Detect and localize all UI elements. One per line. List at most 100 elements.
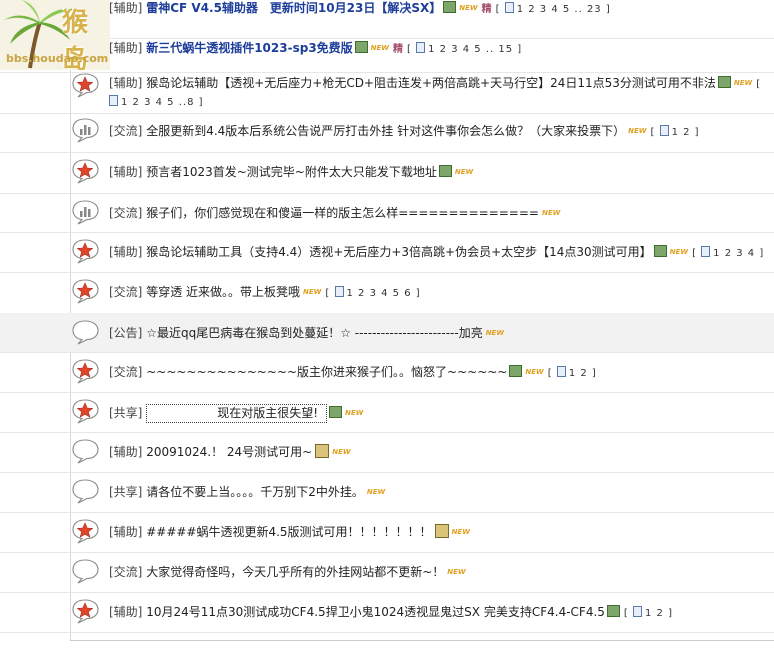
page-numbers[interactable]: 1 2 3 4 (713, 248, 755, 259)
page-numbers[interactable]: 1 2 3 4 5 .. 15 (428, 44, 513, 55)
page-links[interactable]: [ 1 2 3 4 ] (692, 246, 764, 259)
horizontal-scrollbar[interactable] (70, 640, 774, 657)
thread-subject-link[interactable]: ☆最近qq尾巴病毒在猴岛到处蔓延！☆ ---------------------… (146, 326, 483, 340)
thread-title: [公告] ☆最近qq尾巴病毒在猴岛到处蔓延！☆ ----------------… (109, 325, 770, 342)
new-badge-icon: NEW (628, 127, 647, 135)
thread-category[interactable]: [公告] (109, 326, 142, 340)
hot-thread-icon[interactable] (72, 518, 100, 544)
image-attachment-icon (509, 365, 523, 377)
page-links-bracket: [ (407, 44, 417, 55)
thread-row: [共享] 请各位不要上当。。。。千万别下2中外挂。 NEW (0, 472, 774, 513)
thread-category[interactable]: [交流] (109, 365, 142, 379)
thread-subject-link[interactable]: 大家觉得奇怪吗，今天几乎所有的外挂网站都不更新~！ (146, 565, 444, 579)
page-links-bracket: [ (650, 127, 660, 138)
thread-subject-link[interactable]: 预言者1023首发~测试完毕~附件太大只能发下载地址 (146, 165, 437, 179)
image-attachment-icon (438, 165, 452, 177)
thread-category[interactable]: [交流] (109, 206, 142, 220)
thread-subject-link[interactable]: 新三代蜗牛透视插件1023-sp3免费版 (146, 41, 352, 55)
thread-subject-link[interactable]: 雷神CF V4.5辅助器 更新时间10月23日【解决SX】 (146, 1, 441, 15)
multipage-icon (701, 246, 711, 257)
multipage-icon (416, 42, 426, 53)
thread-subject-link[interactable]: #####蜗牛透视更新4.5版测试可用！！！！！！！ (146, 525, 431, 539)
page-links[interactable]: [ 1 2 3 4 5 6 ] (325, 286, 421, 299)
digest-badge-icon: 精 (481, 4, 492, 15)
thread-category[interactable]: [辅助] (109, 525, 142, 539)
thread-category[interactable]: [辅助] (109, 605, 142, 619)
new-badge-icon: NEW (733, 79, 753, 87)
thread-category[interactable]: [共享] (109, 485, 142, 499)
image-attachment-icon (443, 1, 457, 13)
multipage-icon (334, 286, 344, 297)
thread-row: [辅助] 雷神CF V4.5辅助器 更新时间10月23日【解决SX】 NEW 精[ … (0, 0, 774, 39)
multipage-icon (504, 2, 514, 13)
page-links[interactable]: [ 1 2 3 4 5 .. 15 ] (407, 42, 522, 55)
thread-category[interactable]: [交流] (109, 285, 142, 299)
thread-subject-link[interactable]: 10月24号11点30测试成功CF4.5捍卫小鬼1024透视显鬼过SX 完美支持… (146, 605, 605, 619)
thread-row: [公告] ☆最近qq尾巴病毒在猴岛到处蔓延！☆ ----------------… (0, 313, 774, 353)
page-numbers[interactable]: 1 2 (672, 127, 691, 138)
hot-thread-icon[interactable] (72, 238, 100, 264)
thread-title: [交流] 等穿透 近来做。。带上板凳哦 NEW[ 1 2 3 4 5 6 ] (109, 284, 770, 302)
thread-row: [交流] 全服更新到4.4版本后系统公告说严厉打击外挂 针对这件事你会怎么做？（… (0, 113, 774, 153)
attachment-icon (315, 444, 330, 458)
thread-subject-link[interactable]: 猴岛论坛辅助【透视+无后座力+枪无CD+阻击连发+两倍高跳+天马行空】24日11… (146, 76, 716, 90)
page-links-bracket: ] (194, 97, 204, 108)
page-numbers[interactable]: 1 2 3 4 5 6 (347, 288, 412, 299)
thread-title: [交流] ~~~~~~~~~~~~~~~版主你进来猴子们。。恼怒了~~~~~~ N… (109, 364, 770, 382)
thread-category[interactable]: [辅助] (109, 165, 142, 179)
hot-thread-icon[interactable] (72, 158, 100, 184)
new-badge-icon: NEW (459, 4, 478, 12)
page-links[interactable]: [ 1 2 ] (650, 125, 699, 138)
thread-subject-link[interactable]: 等穿透 近来做。。带上板凳哦 (146, 285, 300, 299)
attachment-icon (434, 524, 449, 538)
thread-subject-link[interactable]: 猴子们，你们感觉现在和傻逼一样的版主怎么样============== (146, 206, 539, 220)
thread-category[interactable]: [辅助] (109, 1, 142, 15)
hot-thread-icon[interactable] (72, 72, 100, 98)
page-links-bracket: ] (411, 288, 421, 299)
new-badge-icon: NEW (303, 288, 322, 296)
poll-thread-icon[interactable] (72, 199, 100, 225)
page-links-bracket: [ (692, 248, 702, 259)
thread-row: [辅助] 猴岛论坛辅助工具（支持4.4）透视+无后座力+3倍高跳+伪会员+太空步… (0, 232, 774, 273)
thread-icon[interactable] (72, 438, 100, 464)
poll-thread-icon[interactable] (72, 117, 100, 143)
thread-title: [辅助] 新三代蜗牛透视插件1023-sp3免费版 NEW 精[ 1 2 3 4 5… (109, 40, 770, 58)
thread-row: [交流] ~~~~~~~~~~~~~~~版主你进来猴子们。。恼怒了~~~~~~ N… (0, 352, 774, 393)
page-numbers[interactable]: 1 2 3 4 5 .. 23 (517, 4, 602, 15)
thread-category[interactable]: [交流] (109, 124, 142, 138)
hot-thread-icon[interactable] (72, 598, 100, 624)
page-links[interactable]: [ 1 2 ] (624, 606, 673, 619)
hot-thread-icon[interactable] (72, 398, 100, 424)
page-links[interactable]: [ 1 2 3 4 5 .. 23 ] (495, 2, 611, 15)
multipage-icon (109, 95, 118, 106)
thread-category[interactable]: [辅助] (109, 76, 142, 90)
thread-subject-link[interactable]: 全服更新到4.4版本后系统公告说严厉打击外挂 针对这件事你会怎么做？（大家来投票… (146, 124, 625, 138)
multipage-icon (659, 125, 669, 136)
new-badge-icon: NEW (669, 248, 689, 256)
page-numbers[interactable]: 1 2 3 4 5 ..8 (121, 97, 194, 108)
thread-category[interactable]: [辅助] (109, 41, 142, 55)
thread-icon[interactable] (72, 558, 100, 584)
thread-subject-link[interactable]: 请各位不要上当。。。。千万别下2中外挂。 (146, 485, 364, 499)
new-badge-icon: NEW (370, 44, 390, 52)
thread-category[interactable]: [辅助] (109, 445, 142, 459)
thread-category[interactable]: [交流] (109, 565, 142, 579)
thread-subject-link[interactable]: ~~~~~~~~~~~~~~~版主你进来猴子们。。恼怒了~~~~~~ (146, 365, 507, 379)
hot-thread-icon[interactable] (72, 278, 100, 304)
new-badge-icon: NEW (454, 168, 474, 176)
thread-icon[interactable] (72, 319, 100, 345)
page-links[interactable]: [ 1 2 ] (548, 366, 597, 379)
page-numbers[interactable]: 1 2 (569, 368, 588, 379)
new-badge-icon: NEW (366, 488, 386, 496)
thread-subject-link[interactable]: 20091024.！ 24号测试可用~ (146, 445, 312, 459)
site-logo[interactable]: 猴岛 bbs.houdao.com (0, 0, 110, 70)
page-numbers[interactable]: 1 2 (645, 608, 664, 619)
thread-icon[interactable] (72, 478, 100, 504)
thread-category[interactable]: [辅助] (109, 245, 142, 259)
thread-category[interactable]: [共享] (109, 406, 142, 420)
thread-row: [辅助] 猴岛论坛辅助【透视+无后座力+枪无CD+阻击连发+两倍高跳+天马行空】… (0, 72, 774, 114)
hot-thread-icon[interactable] (72, 358, 100, 384)
thread-subject-link[interactable]: 现在对版主很失望! (217, 406, 318, 420)
thread-subject-link[interactable]: 猴岛论坛辅助工具（支持4.4）透视+无后座力+3倍高跳+伪会员+太空步【14点3… (146, 245, 651, 259)
page-links-bracket: [ (495, 4, 505, 15)
